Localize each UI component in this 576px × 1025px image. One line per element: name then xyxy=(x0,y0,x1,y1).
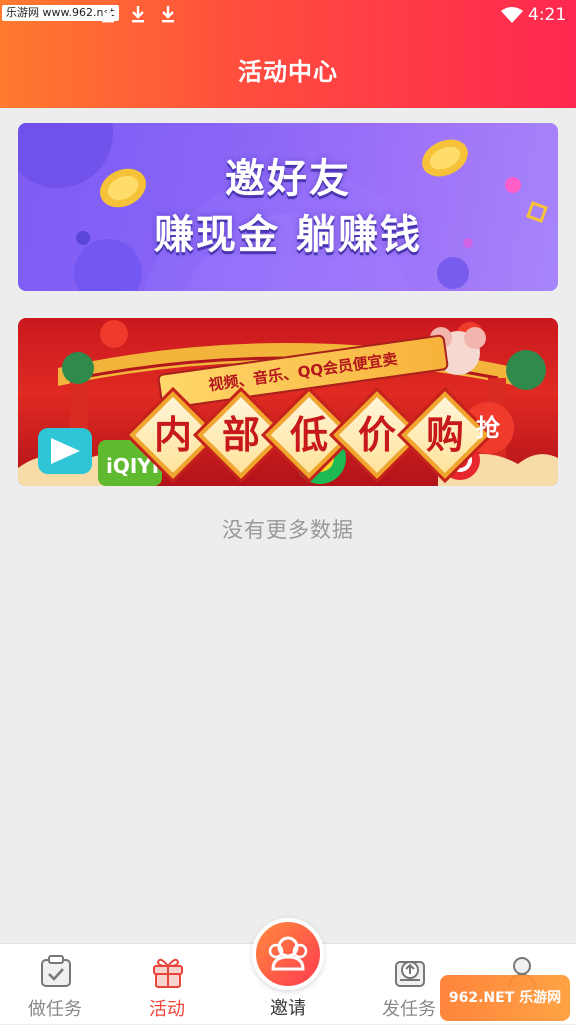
corner-watermark: 962.NET 乐游网 xyxy=(440,975,570,1021)
users-icon xyxy=(268,936,308,971)
shop-banner-diamonds: 内 部 低 价 购 xyxy=(129,391,496,480)
download-icon xyxy=(102,6,114,23)
download-icon xyxy=(162,6,174,23)
no-more-data-text: 没有更多数据 xyxy=(222,518,354,542)
invite-label[interactable]: 邀请 xyxy=(238,997,338,1021)
invite-banner[interactable]: 邀好友 赚现金 躺赚钱 xyxy=(18,123,558,291)
shop-banner-char: 部 xyxy=(221,413,260,457)
gift-icon xyxy=(153,958,183,988)
nav-item-activity[interactable]: 活动 xyxy=(112,944,222,1025)
app-header: 乐游网 www.962.net 4:21 活动中心 xyxy=(0,0,576,108)
invite-button[interactable] xyxy=(252,918,324,990)
download-icon xyxy=(132,6,144,23)
upload-icon xyxy=(395,961,425,987)
task-icon xyxy=(41,955,71,987)
wifi-icon xyxy=(501,7,523,23)
shop-banner-char: 价 xyxy=(357,413,396,457)
nav-item-tasks[interactable]: 做任务 xyxy=(0,944,110,1025)
clock: 4:21 xyxy=(528,5,567,25)
shop-banner[interactable]: iQIYI 视频、音乐、QQ会员便宜卖 内 部 低 价 购 抢 xyxy=(18,318,558,486)
nav-label: 做任务 xyxy=(28,999,82,1020)
invite-banner-subtitle: 赚现金 躺赚钱 xyxy=(154,212,422,258)
nav-label: 活动 xyxy=(149,999,185,1020)
shop-banner-char: 低 xyxy=(289,413,328,457)
page-title: 活动中心 xyxy=(238,58,338,86)
invite-banner-decoration xyxy=(18,123,548,291)
shop-banner-char: 内 xyxy=(153,413,192,457)
invite-banner-title: 邀好友 xyxy=(225,156,351,202)
grab-tag: 抢 xyxy=(476,414,500,442)
status-bar: 乐游网 www.962.net 4:21 xyxy=(0,0,576,32)
